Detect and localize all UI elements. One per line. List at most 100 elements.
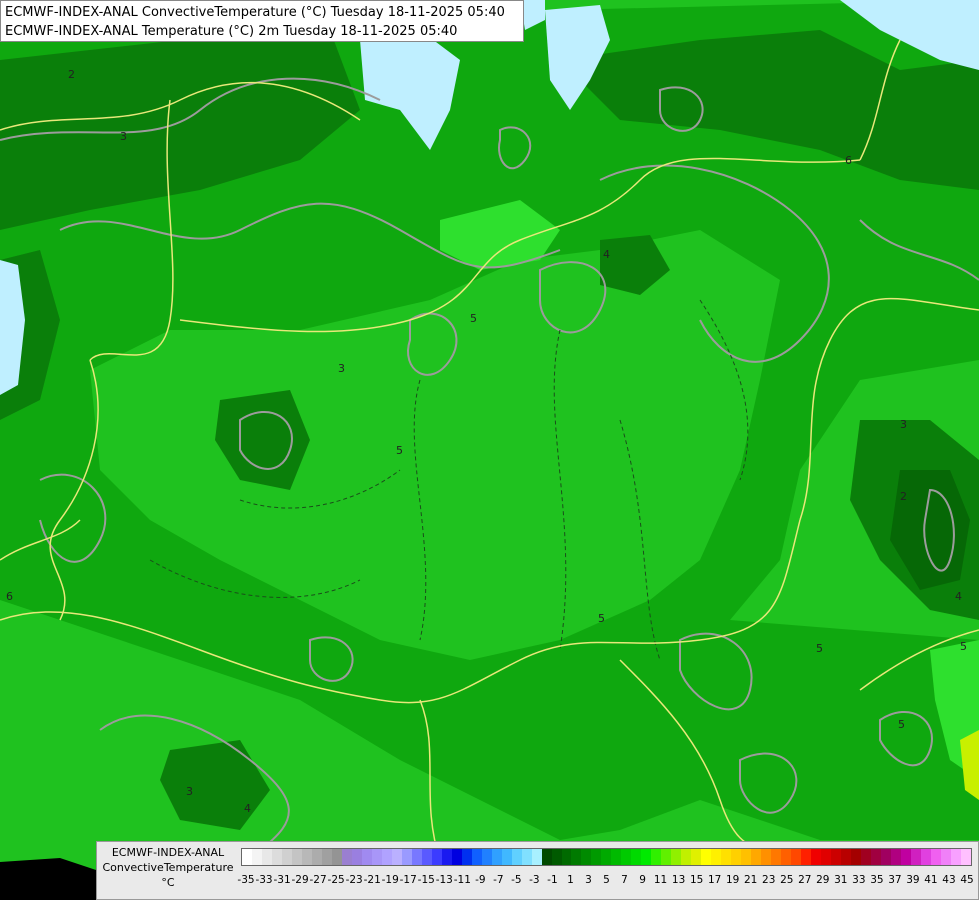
legend-color-swatch bbox=[920, 849, 931, 865]
legend-tick-label: -5 bbox=[511, 874, 522, 886]
contour-label: 3 bbox=[338, 362, 345, 375]
legend-color-swatch bbox=[541, 849, 552, 865]
legend-color-swatch bbox=[831, 849, 842, 865]
contour-label: 3 bbox=[900, 418, 907, 431]
legend-color-swatch bbox=[531, 849, 542, 865]
legend-color-swatch bbox=[242, 849, 252, 865]
legend-color-swatch bbox=[681, 849, 692, 865]
contour-label: 5 bbox=[396, 444, 403, 457]
weather-map: 2 3 4 5 3 5 3 2 4 6 5 5 3 4 5 5 6 bbox=[0, 0, 979, 900]
legend-tick-label: -17 bbox=[399, 874, 417, 886]
legend-color-swatch bbox=[441, 849, 452, 865]
legend-color-swatch bbox=[411, 849, 422, 865]
legend-color-swatch bbox=[811, 849, 822, 865]
map-title-box: ECMWF-INDEX-ANAL ConvectiveTemperature (… bbox=[0, 0, 524, 42]
legend-tick-label: 1 bbox=[567, 874, 574, 886]
legend-tick-label: 15 bbox=[689, 874, 704, 886]
legend-tick-label: -23 bbox=[345, 874, 363, 886]
legend-color-swatch bbox=[701, 849, 712, 865]
legend-tick-label: 23 bbox=[762, 874, 776, 886]
legend-color-swatch bbox=[910, 849, 921, 865]
legend-color-swatch bbox=[821, 849, 832, 865]
legend-tick-label: -21 bbox=[363, 874, 381, 886]
legend-color-swatch bbox=[761, 849, 772, 865]
legend-variable-name: ConvectiveTemperature bbox=[102, 861, 234, 874]
legend-unit: °C bbox=[161, 876, 175, 889]
legend-tick-labels: -35 -33 -31 -29 -27 -25 -23 -21 -19 -17 -15 -13 -11-… bbox=[234, 874, 979, 890]
legend-color-swatch bbox=[591, 849, 602, 865]
legend-color-swatch bbox=[361, 849, 372, 865]
legend-color-swatch bbox=[661, 849, 672, 865]
legend-color-swatch bbox=[791, 849, 802, 865]
legend-color-swatch bbox=[731, 849, 742, 865]
legend-tick-label: -13 bbox=[435, 874, 453, 886]
legend-color-swatch bbox=[341, 849, 352, 865]
legend-tick-label: -35 bbox=[237, 874, 255, 886]
legend-color-swatch bbox=[511, 849, 522, 865]
legend-color-swatch bbox=[950, 849, 961, 865]
legend-color-swatch bbox=[471, 849, 482, 865]
legend-tick-label: -31 bbox=[273, 874, 291, 886]
legend-color-swatch bbox=[611, 849, 622, 865]
contour-label: 5 bbox=[470, 312, 477, 325]
legend-color-swatch bbox=[391, 849, 402, 865]
map-title-line-2: ECMWF-INDEX-ANAL Temperature (°C) 2m Tue… bbox=[5, 24, 458, 39]
legend-color-swatch bbox=[291, 849, 302, 865]
legend-color-swatch bbox=[861, 849, 872, 865]
legend-color-swatch bbox=[501, 849, 512, 865]
contour-label: 4 bbox=[955, 590, 962, 603]
legend-color-swatch bbox=[551, 849, 562, 865]
legend-color-swatch bbox=[461, 849, 472, 865]
legend-color-swatch bbox=[940, 849, 951, 865]
legend-color-swatch bbox=[890, 849, 901, 865]
legend-color-swatch bbox=[621, 849, 632, 865]
contour-label: 6 bbox=[845, 154, 852, 167]
legend-tick-label: 5 bbox=[603, 874, 610, 886]
legend-model-name: ECMWF-INDEX-ANAL bbox=[111, 846, 225, 859]
legend-color-swatch bbox=[900, 849, 911, 865]
legend-color-swatch bbox=[671, 849, 682, 865]
contour-label: 4 bbox=[244, 802, 251, 815]
legend-color-swatch bbox=[571, 849, 582, 865]
contour-label: 5 bbox=[598, 612, 605, 625]
legend-tick-label: 43 bbox=[942, 874, 956, 886]
color-legend: ECMWF-INDEX-ANAL ConvectiveTemperature °… bbox=[96, 841, 979, 900]
legend-color-swatch bbox=[491, 849, 502, 865]
legend-tick-label: -3 bbox=[529, 874, 540, 886]
legend-color-swatch bbox=[781, 849, 792, 865]
legend-color-swatch bbox=[351, 849, 362, 865]
legend-color-swatch bbox=[311, 849, 322, 865]
legend-tick-label: 37 bbox=[888, 874, 902, 886]
legend-color-swatch bbox=[261, 849, 272, 865]
legend-color-swatch bbox=[651, 849, 662, 865]
legend-tick-label: 27 bbox=[798, 874, 812, 886]
legend-color-swatch bbox=[281, 849, 292, 865]
legend-color-swatch bbox=[841, 849, 852, 865]
legend-tick-label: 3 bbox=[585, 874, 592, 886]
contour-label: 3 bbox=[186, 785, 193, 798]
legend-color-swatch bbox=[371, 849, 382, 865]
legend-color-swatch bbox=[431, 849, 442, 865]
legend-color-swatch bbox=[321, 849, 332, 865]
legend-color-swatch bbox=[521, 849, 532, 865]
legend-tick-label: 25 bbox=[780, 874, 794, 886]
legend-color-swatch bbox=[711, 849, 722, 865]
legend-tick-label: 31 bbox=[834, 874, 848, 886]
legend-color-swatch bbox=[301, 849, 312, 865]
legend-color-swatch bbox=[801, 849, 812, 865]
legend-tick-label: 19 bbox=[725, 874, 740, 886]
legend-color-swatch bbox=[601, 849, 612, 865]
legend-color-swatch bbox=[851, 849, 862, 865]
legend-color-swatch bbox=[561, 849, 572, 865]
legend-tick-label: 35 bbox=[870, 874, 884, 886]
legend-tick-label: 41 bbox=[924, 874, 938, 886]
legend-tick-label: -25 bbox=[327, 874, 345, 886]
legend-color-swatch bbox=[631, 849, 642, 865]
legend-color-swatch bbox=[881, 849, 891, 865]
legend-tick-label: -27 bbox=[309, 874, 327, 886]
legend-color-swatch bbox=[271, 849, 282, 865]
legend-color-swatch bbox=[421, 849, 432, 865]
legend-color-swatch bbox=[871, 849, 881, 865]
legend-color-swatch bbox=[771, 849, 782, 865]
contour-label: 2 bbox=[68, 68, 75, 81]
